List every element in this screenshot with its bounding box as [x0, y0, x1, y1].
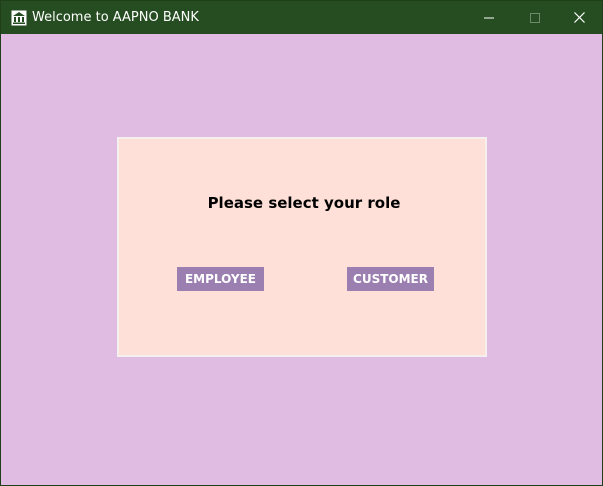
role-selection-panel: Please select your role EMPLOYEE CUSTOME…: [117, 137, 487, 357]
close-icon: [573, 8, 585, 27]
minimize-button[interactable]: [466, 1, 512, 34]
maximize-button[interactable]: [512, 1, 558, 34]
window-title: Welcome to AAPNO BANK: [32, 10, 199, 25]
client-area: Please select your role EMPLOYEE CUSTOME…: [1, 34, 602, 485]
role-prompt: Please select your role: [207, 194, 401, 212]
bank-icon: [11, 10, 27, 26]
close-button[interactable]: [556, 1, 602, 34]
maximize-icon: [530, 8, 540, 27]
title-bar[interactable]: Welcome to AAPNO BANK: [1, 1, 602, 34]
minimize-icon: [484, 8, 494, 27]
employee-button[interactable]: EMPLOYEE: [177, 267, 264, 291]
customer-button[interactable]: CUSTOMER: [347, 267, 434, 291]
app-window: Welcome to AAPNO BANK Please select your…: [0, 0, 603, 486]
